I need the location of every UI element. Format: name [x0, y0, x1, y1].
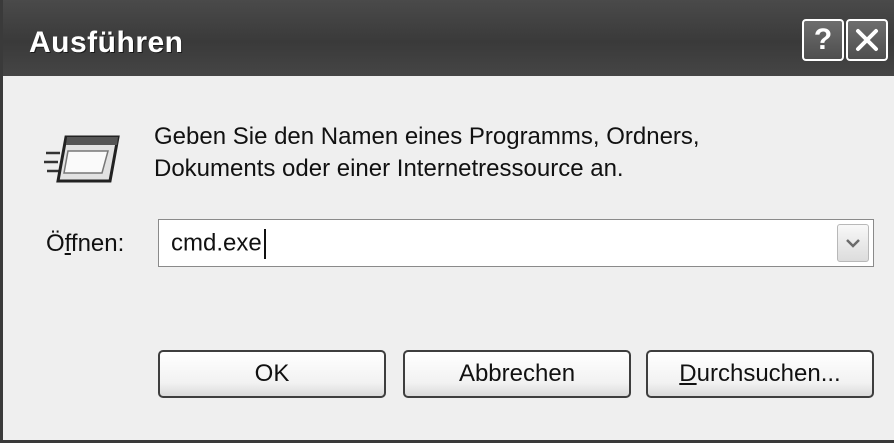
title-bar[interactable]: Ausführen ?: [3, 0, 894, 76]
open-label: Öffnen:: [46, 230, 124, 258]
open-label-prefix: Ö: [46, 230, 65, 257]
browse-button[interactable]: Durchsuchen...: [646, 350, 874, 398]
dialog-body: Geben Sie den Namen eines Programms, Ord…: [6, 76, 894, 440]
open-input[interactable]: cmd.exe: [171, 229, 266, 259]
open-input-value: cmd.exe: [171, 229, 262, 257]
description-line-2: Dokuments oder einer Internetressource a…: [154, 155, 624, 182]
dropdown-button[interactable]: [837, 224, 869, 262]
run-icon: [44, 135, 120, 183]
open-label-rest: fnen:: [70, 230, 125, 257]
help-button[interactable]: ?: [802, 19, 844, 61]
run-dialog: Ausführen ? Geben Sie den Namen eines Pr…: [0, 0, 894, 443]
cancel-button[interactable]: Abbrechen: [403, 350, 631, 398]
close-icon: [856, 29, 878, 51]
description-text: Geben Sie den Namen eines Programms, Ord…: [154, 121, 854, 185]
window-title: Ausführen: [29, 26, 184, 59]
close-button[interactable]: [846, 19, 888, 61]
chevron-down-icon: [846, 239, 860, 248]
ok-button[interactable]: OK: [158, 350, 386, 398]
browse-label-rest: urchsuchen...: [696, 360, 841, 387]
browse-mnemonic: D: [679, 360, 697, 387]
help-icon: ?: [813, 23, 833, 56]
text-caret: [263, 229, 266, 259]
open-combobox[interactable]: cmd.exe: [158, 219, 874, 267]
description-line-1: Geben Sie den Namen eines Programms, Ord…: [154, 123, 700, 150]
